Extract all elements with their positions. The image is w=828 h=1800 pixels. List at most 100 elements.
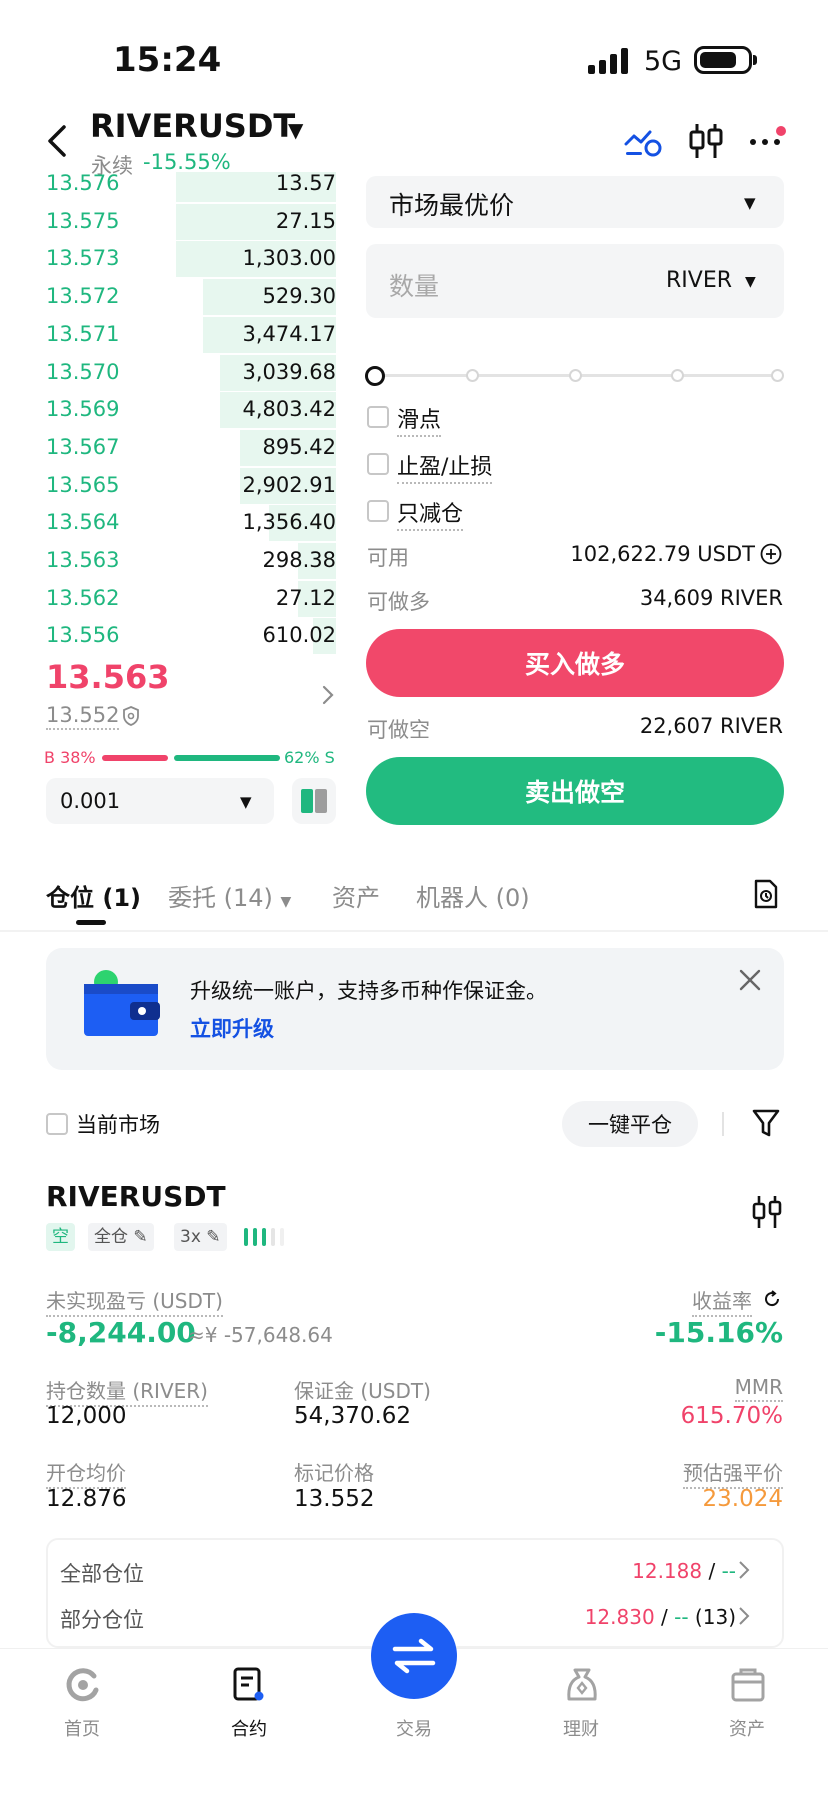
order-book: 13.576 13.57 13.575 27.15 13.573 1,303.00 13.5… [0, 171, 336, 655]
tpsl-partial-value[interactable]: 12.830 / -- (13) [585, 1605, 736, 1629]
mark-price[interactable]: 13.552 [46, 703, 120, 730]
tab-assets[interactable]: 资产 [332, 878, 380, 913]
orderbook-row[interactable]: 13.572 529.30 [0, 279, 336, 316]
slider-step-25[interactable] [466, 369, 479, 382]
sl-price: -- [674, 1605, 689, 1629]
assets-icon[interactable] [729, 1666, 767, 1704]
sell-ratio-label: 62% S [284, 748, 335, 767]
liquidation-price-label[interactable]: 预估强平价 [683, 1457, 783, 1489]
upgrade-link[interactable]: 立即升级 [190, 1013, 274, 1043]
caret-down-icon: ▼ [240, 793, 252, 811]
slider-step-100[interactable] [771, 369, 784, 382]
current-market-label[interactable]: 当前市场 [76, 1109, 160, 1139]
back-icon[interactable] [44, 124, 74, 158]
futures-icon[interactable] [230, 1666, 268, 1704]
add-funds-icon[interactable] [760, 543, 782, 565]
symbol-title[interactable]: RIVERUSDT [90, 107, 295, 145]
tab-orders-count: (14) [223, 884, 273, 912]
orderbook-price: 13.571 [46, 321, 120, 346]
tab-positions[interactable]: 仓位 (1) [46, 878, 141, 913]
orderbook-row[interactable]: 13.569 4,803.42 [0, 392, 336, 429]
refresh-icon[interactable] [762, 1289, 782, 1309]
book-layout-button[interactable] [292, 778, 336, 824]
mmr-value: 615.70% [680, 1403, 783, 1429]
orderbook-row[interactable]: 13.564 1,356.40 [0, 505, 336, 542]
orderbook-row[interactable]: 13.563 298.38 [0, 543, 336, 579]
filter-icon[interactable] [752, 1108, 780, 1138]
nav-assets-label[interactable]: 资产 [707, 1715, 787, 1741]
sell-short-button[interactable]: 卖出做空 [366, 757, 784, 825]
can-long-label: 可做多 [367, 590, 430, 614]
chevron-right-icon[interactable] [321, 684, 335, 706]
quantity-slider-handle[interactable] [365, 366, 385, 386]
tab-divider [0, 930, 828, 932]
unrealized-pnl-value: -8,244.00 [46, 1316, 196, 1349]
position-symbol[interactable]: RIVERUSDT [46, 1180, 226, 1213]
entry-price-value: 12.876 [46, 1486, 127, 1512]
nav-trade-label[interactable]: 交易 [374, 1715, 454, 1741]
unrealized-pnl-label[interactable]: 未实现盈亏 (USDT) [46, 1285, 223, 1317]
leverage-badge[interactable]: 3x ✎ [174, 1223, 227, 1251]
reduce-only-checkbox[interactable] [367, 500, 389, 522]
close-all-button[interactable]: 一键平仓 [562, 1101, 698, 1147]
nav-home-label[interactable]: 首页 [42, 1715, 122, 1741]
orderbook-qty: 895.42 [262, 434, 336, 459]
chevron-right-icon[interactable] [738, 1560, 750, 1580]
current-market-checkbox[interactable] [46, 1113, 68, 1135]
tpsl-all-label[interactable]: 全部仓位 [60, 1558, 144, 1588]
orderbook-row[interactable]: 13.565 2,902.91 [0, 467, 336, 504]
nav-earn-label[interactable]: 理财 [541, 1715, 621, 1741]
tpsl-partial-label[interactable]: 部分仓位 [60, 1604, 144, 1634]
orderbook-row[interactable]: 13.575 27.15 [0, 203, 336, 240]
margin-mode-badge[interactable]: 全仓 ✎ [88, 1223, 154, 1251]
orderbook-row[interactable]: 13.570 3,039.68 [0, 354, 336, 391]
separator: / [702, 1559, 722, 1583]
tpsl-label[interactable]: 止盈/止损 [397, 449, 493, 484]
entry-price-label[interactable]: 开仓均价 [46, 1457, 126, 1489]
roe-label[interactable]: 收益率 [692, 1285, 752, 1317]
candlestick-icon[interactable] [752, 1194, 782, 1230]
caret-down-icon: ▼ [744, 194, 756, 212]
mmr-label[interactable]: MMR [734, 1375, 783, 1402]
slippage-label[interactable]: 滑点 [397, 402, 442, 437]
chevron-right-icon[interactable] [738, 1606, 750, 1626]
slider-step-75[interactable] [671, 369, 684, 382]
orderbook-price: 13.570 [46, 359, 120, 384]
orderbook-row[interactable]: 13.571 3,474.17 [0, 316, 336, 353]
candlestick-icon[interactable] [688, 122, 724, 160]
active-tab-indicator [76, 920, 106, 925]
orderbook-price: 13.575 [46, 208, 120, 233]
more-icon[interactable] [748, 126, 786, 150]
slider-step-50[interactable] [569, 369, 582, 382]
buy-long-button[interactable]: 买入做多 [366, 629, 784, 697]
orderbook-qty: 298.38 [262, 548, 336, 572]
reduce-only-label[interactable]: 只减仓 [397, 496, 464, 531]
orderbook-qty: 13.57 [275, 171, 336, 195]
orderbook-price: 13.563 [46, 548, 120, 572]
close-icon[interactable] [738, 968, 762, 992]
order-type-label: 市场最优价 [389, 191, 515, 220]
orderbook-row[interactable]: 13.556 610.02 [0, 618, 336, 655]
tab-orders-label: 委托 [168, 884, 216, 912]
history-icon[interactable] [753, 878, 779, 910]
analysis-icon[interactable] [624, 124, 662, 158]
wallet-illustration-icon [84, 970, 160, 1036]
tpsl-checkbox[interactable] [367, 453, 389, 475]
earn-icon[interactable] [563, 1666, 601, 1704]
orderbook-row[interactable]: 13.573 1,303.00 [0, 241, 336, 278]
home-icon[interactable] [64, 1666, 102, 1704]
tab-orders[interactable]: 委托 (14) ▼ [168, 878, 291, 913]
nav-futures-label[interactable]: 合约 [209, 1715, 289, 1741]
caret-down-icon: ▼ [745, 274, 756, 290]
orderbook-qty: 2,902.91 [242, 472, 336, 497]
tab-bots[interactable]: 机器人 (0) [416, 878, 530, 913]
quantity-unit-select[interactable]: RIVER [666, 268, 732, 293]
orderbook-row[interactable]: 13.562 27.12 [0, 580, 336, 617]
orderbook-row[interactable]: 13.567 895.42 [0, 429, 336, 466]
battery-icon [694, 46, 752, 74]
tpsl-all-value[interactable]: 12.188 / -- [632, 1559, 736, 1583]
caret-down-icon[interactable]: ▼ [288, 118, 303, 142]
orderbook-price: 13.565 [46, 472, 120, 497]
slippage-checkbox[interactable] [367, 406, 389, 428]
last-price[interactable]: 13.563 [46, 658, 169, 696]
